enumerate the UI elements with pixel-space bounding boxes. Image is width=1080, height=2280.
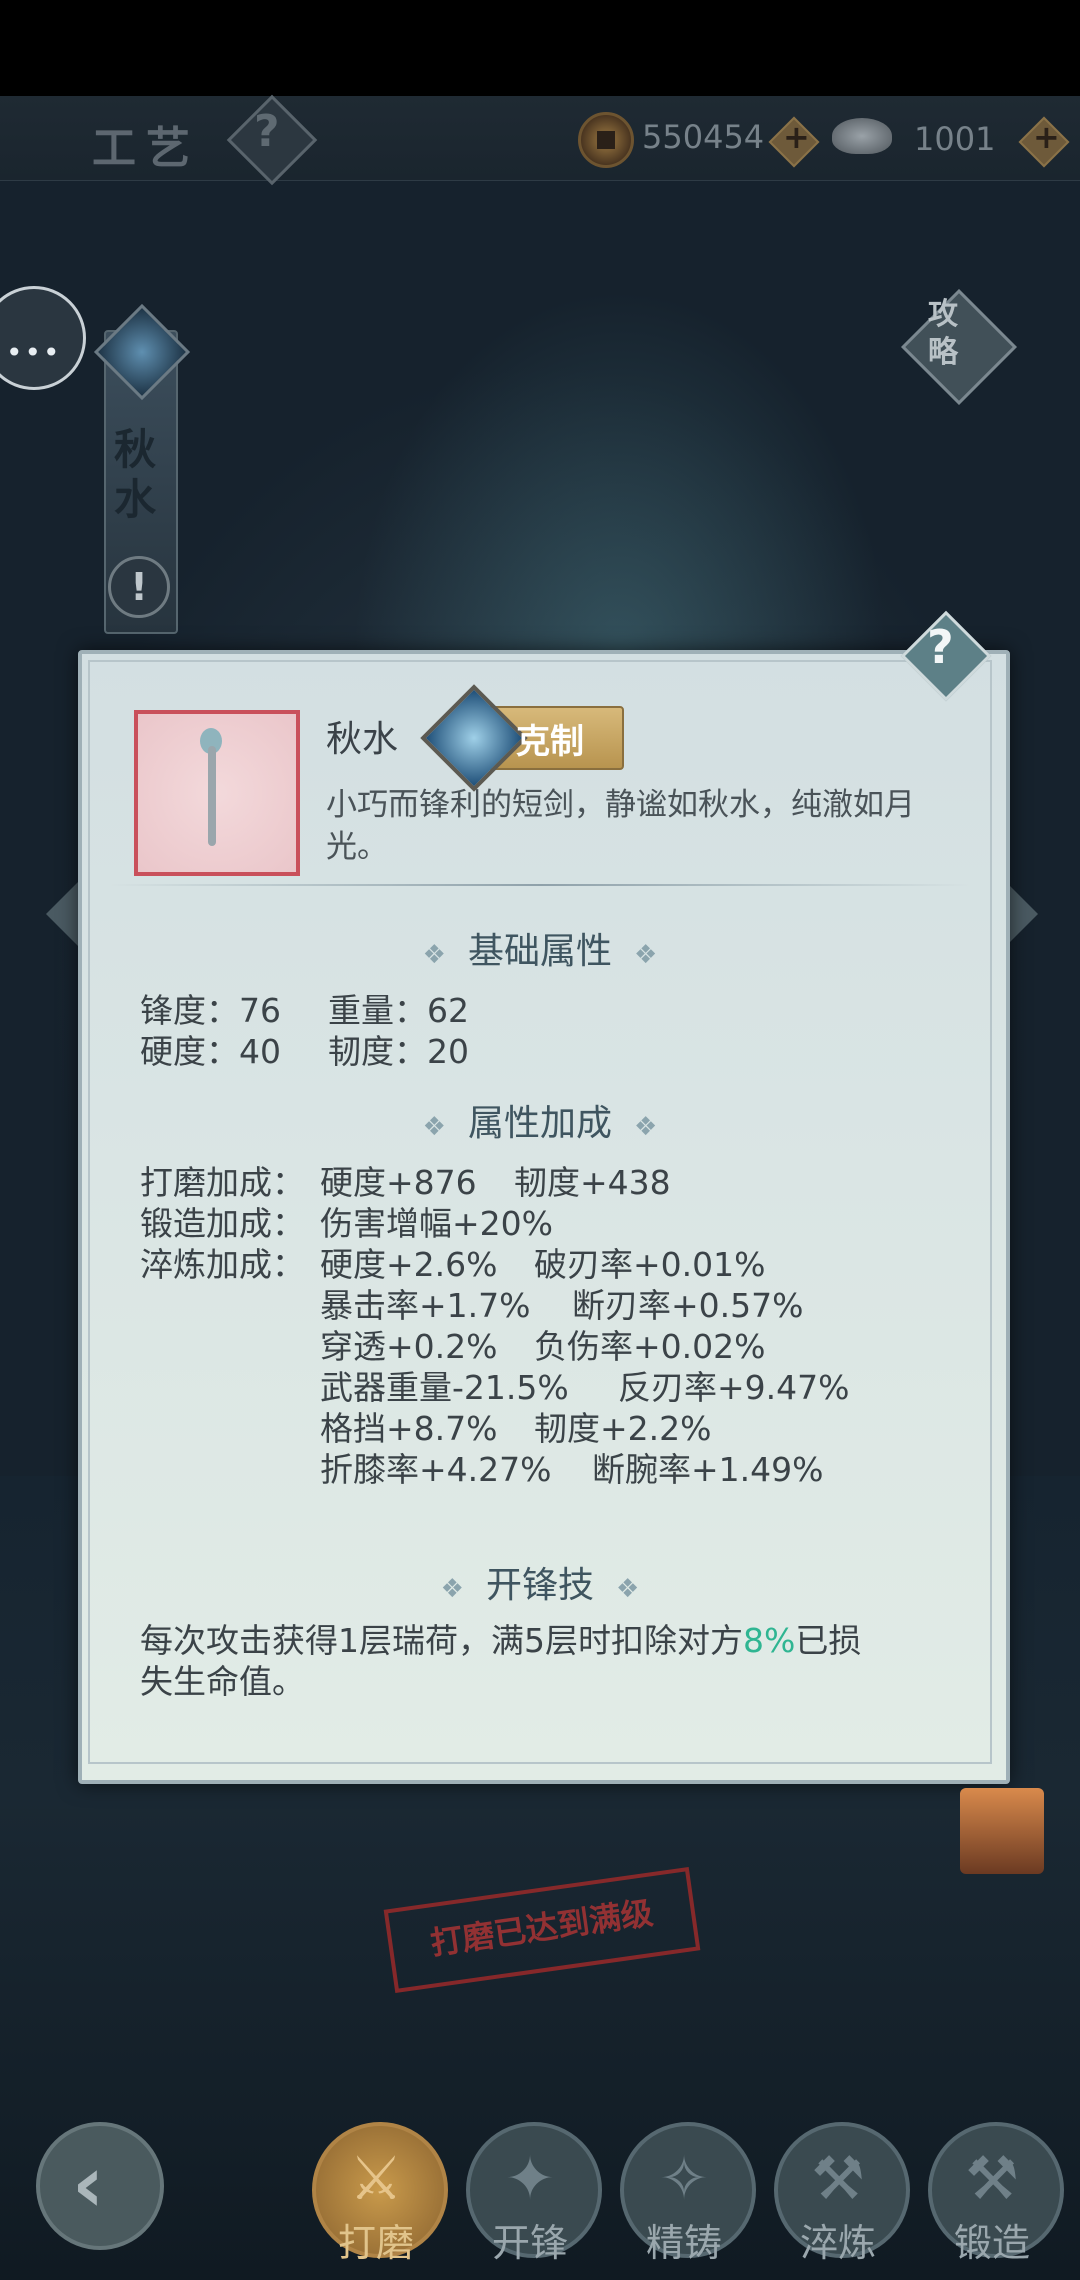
refine-icon: ✧ — [658, 2144, 710, 2214]
copper-coin-icon — [578, 112, 634, 168]
edge-skill-title: ❖ 开锋技 ❖ — [0, 1556, 1080, 1608]
skill-desc-highlight: 8% — [743, 1621, 796, 1660]
weapon-description: 小巧而锋利的短剑，静谧如秋水，纯澈如月光。 — [326, 787, 915, 865]
ornament-icon: ❖ — [440, 1574, 464, 1604]
strategy-label: 攻略 — [928, 297, 958, 370]
stat-toughness: 韧度：20 — [328, 1032, 469, 1071]
sharpen-icon: ✦ — [504, 2144, 556, 2214]
back-arrow-icon: ‹ — [72, 2140, 105, 2230]
bonus-attributes-title: ❖ 属性加成 ❖ — [0, 1094, 1080, 1146]
stat-hardness: 硬度：40 — [140, 1032, 281, 1071]
status-bar — [0, 0, 1080, 96]
plus-icon: + — [783, 118, 810, 156]
forge-icon: ⚒ — [965, 2144, 1019, 2214]
temper-icon: ⚒ — [811, 2144, 865, 2214]
ornament-icon: ❖ — [634, 940, 658, 970]
grind-icon: ⚔ — [349, 2144, 403, 2214]
ornament-icon: ❖ — [422, 1112, 446, 1142]
ornament-icon: ❖ — [422, 940, 446, 970]
tab-sharpen-label: 开锋 — [491, 2221, 568, 2265]
counter-label: 克制 — [516, 722, 584, 762]
chat-icon: ••• — [6, 336, 62, 369]
ingot-amount: 1001 — [914, 120, 996, 158]
temper-bonus-value: 断腕率+1.49% — [592, 1450, 824, 1489]
temper-bonus-value: 折膝率+4.27% — [320, 1450, 552, 1489]
bonus-title-text: 属性加成 — [467, 1103, 612, 1144]
panel-help-icon: ? — [927, 620, 954, 674]
tab-refine-label: 精铸 — [645, 2221, 722, 2265]
help-question-mark: ? — [254, 106, 280, 157]
skill-title-text: 开锋技 — [485, 1565, 594, 1606]
weapon-name: 秋水 — [326, 719, 399, 760]
base-title-text: 基础属性 — [467, 931, 612, 972]
tab-grind-label: 打磨 — [337, 2221, 414, 2265]
skill-desc-text: 已损 — [795, 1621, 862, 1660]
ornament-icon: ❖ — [616, 1574, 640, 1604]
divider — [110, 884, 970, 886]
ornament-icon: ❖ — [634, 1112, 658, 1142]
sword-blade — [208, 746, 216, 846]
page-title: 工艺 — [92, 123, 200, 174]
base-attributes-title: ❖ 基础属性 ❖ — [0, 922, 1080, 974]
alert-icon[interactable]: ! — [108, 556, 170, 618]
plus-icon: + — [1033, 118, 1060, 156]
tab-temper-label: 淬炼 — [799, 2221, 876, 2265]
lantern-icon — [960, 1788, 1044, 1874]
coin-amount: 550454 — [642, 118, 765, 156]
silver-ingot-icon — [832, 118, 892, 154]
skill-description-line2: 失生命值。 — [140, 1662, 305, 1701]
weapon-tab-char-2: 水 — [114, 475, 157, 524]
tab-forge-label: 锻造 — [953, 2221, 1030, 2265]
temper-bonus-label: 淬炼加成： — [140, 1245, 305, 1284]
